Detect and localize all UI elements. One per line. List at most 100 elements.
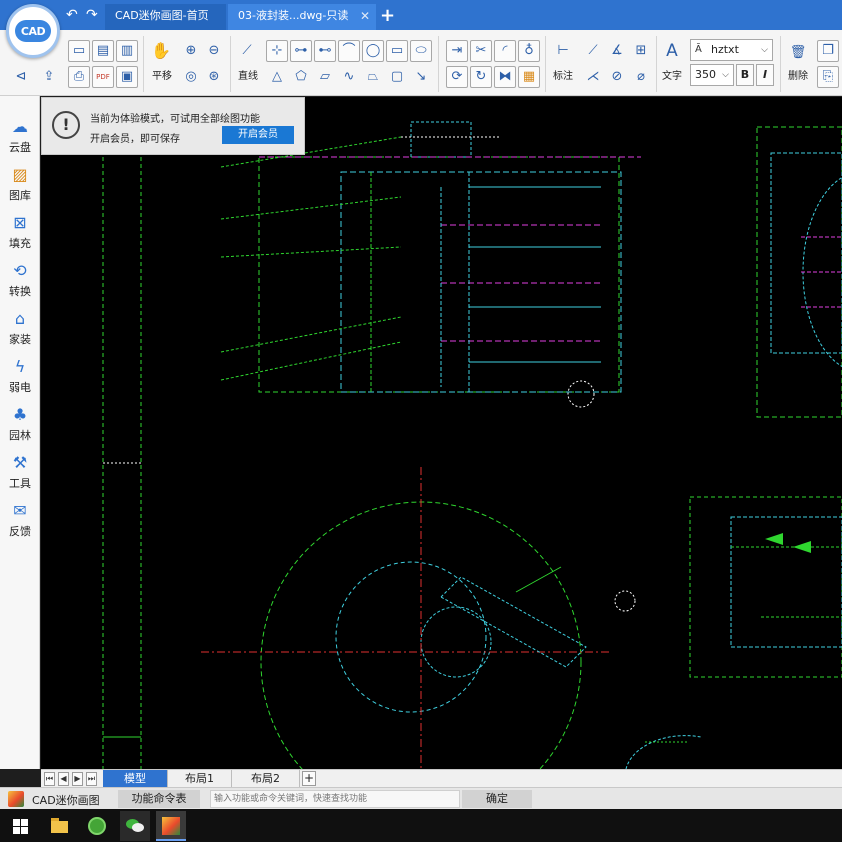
ribbon-separator bbox=[656, 36, 657, 92]
image-insert-icon[interactable]: ▦ bbox=[518, 66, 540, 88]
continuous-dimension-icon[interactable]: ⊞ bbox=[630, 40, 652, 62]
ellipse-icon[interactable]: ⬭ bbox=[410, 40, 432, 62]
last-layout-icon[interactable]: ⏭ bbox=[86, 772, 97, 786]
add-layout-button[interactable]: + bbox=[302, 771, 316, 786]
sidebar-item-convert[interactable]: ⟲ 转换 bbox=[0, 256, 40, 304]
arrow-line-icon[interactable]: ↘ bbox=[410, 66, 432, 88]
paste-icon[interactable]: ⎘ bbox=[817, 66, 839, 88]
leader-line bbox=[220, 196, 402, 220]
trim-icon[interactable]: ✂ bbox=[470, 40, 492, 62]
side-view-outline bbox=[756, 126, 842, 418]
app-logo[interactable]: CAD bbox=[6, 4, 60, 58]
first-layout-icon[interactable]: ⏮ bbox=[44, 772, 55, 786]
spline-icon[interactable]: ⌒ bbox=[338, 40, 360, 62]
ribbon-separator bbox=[780, 36, 781, 92]
rectangle-icon[interactable]: ▭ bbox=[386, 40, 408, 62]
dimension-icon[interactable]: ⊢ bbox=[552, 40, 574, 62]
sidebar-item-tools[interactable]: ⚒ 工具 bbox=[0, 448, 40, 496]
save-as-icon[interactable]: ▥ bbox=[116, 40, 138, 62]
angle-dimension-icon[interactable]: ∡ bbox=[606, 40, 628, 62]
ribbon-separator bbox=[545, 36, 546, 92]
circle-icon[interactable]: ◯ bbox=[362, 40, 384, 62]
zoom-extents-icon[interactable]: ◎ bbox=[180, 66, 202, 88]
save-icon[interactable]: ▤ bbox=[92, 40, 114, 62]
sidebar-item-label: 转换 bbox=[9, 285, 31, 298]
windows-start-icon[interactable] bbox=[8, 813, 34, 839]
zoom-in-icon[interactable]: ⊕ bbox=[180, 40, 202, 62]
import-icon[interactable]: ⇪ bbox=[38, 66, 60, 88]
back-to-start-icon[interactable]: ⊲ bbox=[10, 66, 32, 88]
refresh-icon[interactable]: ↻ bbox=[470, 66, 492, 88]
aligned-dimension-icon[interactable]: ⟋ bbox=[582, 40, 604, 62]
rotate-icon[interactable]: ⟳ bbox=[446, 66, 468, 88]
sidebar-item-low-voltage[interactable]: ϟ 弱电 bbox=[0, 352, 40, 400]
drawing-canvas[interactable] bbox=[41, 97, 842, 769]
open-membership-button[interactable]: 开启会员 bbox=[222, 126, 294, 144]
mirror-icon[interactable]: ⧓ bbox=[494, 66, 516, 88]
sidebar-item-cloud[interactable]: ☁ 云盘 bbox=[0, 112, 40, 160]
bold-button[interactable]: B bbox=[736, 64, 754, 86]
gallery-icon: ▨ bbox=[12, 165, 28, 184]
copy-icon[interactable]: ❐ bbox=[817, 40, 839, 62]
next-layout-icon[interactable]: ▶ bbox=[72, 772, 83, 786]
wechat-icon[interactable] bbox=[120, 811, 150, 841]
zoom-window-icon[interactable]: ⊛ bbox=[203, 66, 225, 88]
line-tool-icon[interactable]: ⟋ bbox=[236, 40, 258, 62]
parallelogram-icon[interactable]: ▱ bbox=[314, 66, 336, 88]
confirm-button[interactable]: 确定 bbox=[462, 790, 532, 808]
command-search-input[interactable] bbox=[210, 790, 460, 808]
sidebar-item-home-decor[interactable]: ⌂ 家装 bbox=[0, 304, 40, 352]
prev-layout-icon[interactable]: ◀ bbox=[58, 772, 69, 786]
leader-icon[interactable]: ⋌ bbox=[582, 66, 604, 88]
extend-icon[interactable]: ⇥ bbox=[446, 40, 468, 62]
export-pdf-icon[interactable]: PDF bbox=[92, 66, 114, 88]
export-image-icon[interactable]: ▣ bbox=[116, 66, 138, 88]
command-bar: CAD迷你画图 功能命令表 确定 bbox=[0, 787, 842, 809]
info-icon: ! bbox=[52, 111, 80, 139]
tab-model[interactable]: 模型 bbox=[103, 770, 168, 788]
undo-arrow-icon[interactable]: ↶ bbox=[66, 7, 78, 23]
font-select[interactable]: Ā hztxt ⌵ bbox=[690, 39, 773, 61]
plan-circle-inner bbox=[335, 561, 487, 713]
italic-button[interactable]: I bbox=[756, 64, 774, 86]
polyline-icon[interactable]: ⊹ bbox=[266, 40, 288, 62]
print-icon[interactable]: ⎙ bbox=[68, 66, 90, 88]
font-size-select[interactable]: 350 ⌵ bbox=[690, 64, 734, 86]
ribbon-toolbar: ⊲ ⇪ ▭ ▤ ▥ ⎙ PDF ▣ ✋ 平移 ⊕ ⊖ ◎ ⊛ ⟋ 直线 ⊹ ⊶ … bbox=[0, 30, 842, 96]
offset-icon[interactable]: ♁ bbox=[518, 40, 540, 62]
tab-drawing[interactable]: 03-液封装...dwg-只读 ✕ bbox=[228, 4, 376, 30]
zoom-out-icon[interactable]: ⊖ bbox=[203, 40, 225, 62]
triangle-icon[interactable]: △ bbox=[266, 66, 288, 88]
windows-taskbar bbox=[0, 809, 842, 842]
tab-layout2[interactable]: 布局2 bbox=[232, 770, 300, 788]
sidebar-item-gallery[interactable]: ▨ 图库 bbox=[0, 160, 40, 208]
app-logo-text: CAD bbox=[15, 20, 51, 42]
sidebar-item-garden[interactable]: ♣ 园林 bbox=[0, 400, 40, 448]
sidebar-item-feedback[interactable]: ✉ 反馈 bbox=[0, 496, 40, 544]
function-table-button[interactable]: 功能命令表 bbox=[118, 790, 200, 808]
sidebar-item-fill[interactable]: ⊠ 填充 bbox=[0, 208, 40, 256]
add-tab-button[interactable]: + bbox=[380, 5, 395, 26]
double-line-icon[interactable]: ⊶ bbox=[290, 40, 312, 62]
rounded-rect-icon[interactable]: ▢ bbox=[386, 66, 408, 88]
tab-home[interactable]: CAD迷你画图-首页 bbox=[105, 4, 226, 30]
open-file-icon[interactable]: ▭ bbox=[68, 40, 90, 62]
cad-taskbar-icon[interactable] bbox=[156, 811, 186, 841]
notice-submessage: 开启会员，即可保存 bbox=[90, 134, 180, 145]
redo-arrow-icon[interactable]: ↷ bbox=[86, 7, 98, 23]
arc-line-icon[interactable]: ⊷ bbox=[314, 40, 336, 62]
file-explorer-icon[interactable] bbox=[46, 813, 72, 839]
close-icon[interactable]: ✕ bbox=[360, 10, 370, 22]
trapezoid-icon[interactable]: ⏢ bbox=[362, 66, 384, 88]
radius-dimension-icon[interactable]: ⊘ bbox=[606, 66, 628, 88]
browser-icon[interactable] bbox=[84, 813, 110, 839]
tab-layout1[interactable]: 布局1 bbox=[168, 770, 232, 788]
pan-hand-icon[interactable]: ✋ bbox=[150, 40, 172, 62]
diameter-dimension-icon[interactable]: ⌀ bbox=[630, 66, 652, 88]
delete-icon[interactable]: 🗑 bbox=[787, 42, 809, 64]
text-tool-icon[interactable]: A bbox=[661, 40, 683, 62]
pentagon-icon[interactable]: ⬠ bbox=[290, 66, 312, 88]
app-name: CAD迷你画图 bbox=[32, 794, 100, 807]
curve-icon[interactable]: ∿ bbox=[338, 66, 360, 88]
fillet-icon[interactable]: ◜ bbox=[494, 40, 516, 62]
